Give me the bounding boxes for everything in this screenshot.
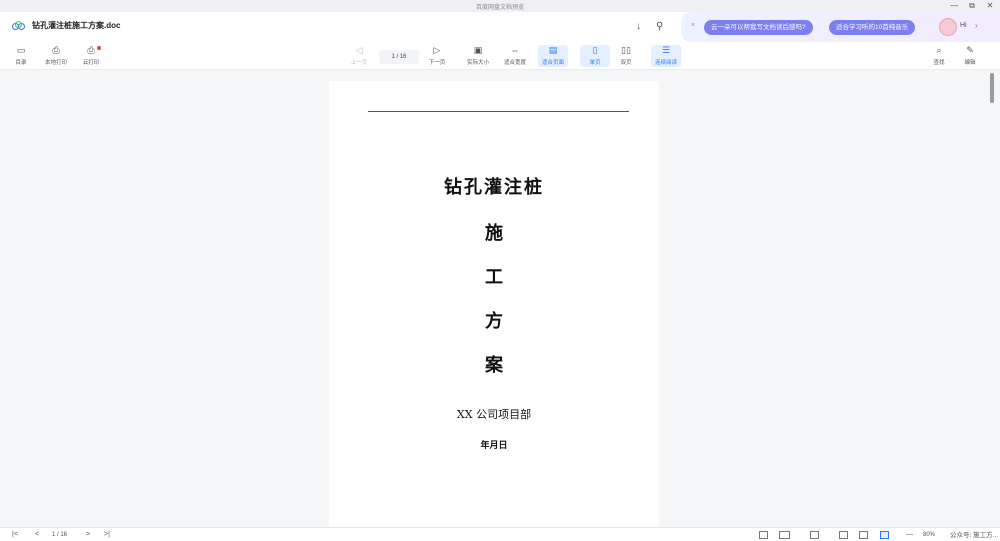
fit-width-view-icon[interactable] (859, 531, 868, 539)
zoom-out-button[interactable]: — (906, 530, 913, 540)
next-page-button[interactable]: ▷ 下一页 (422, 45, 452, 67)
doc-main-title: 钻孔灌注桩 (444, 177, 544, 198)
continuous-read-button[interactable]: ☰ 连续阅读 (651, 45, 681, 67)
toc-label: 目录 (15, 60, 27, 66)
search-button[interactable]: ⌕ 查找 (924, 45, 954, 67)
notification-dot (97, 46, 101, 50)
window-controls: — ⧉ ✕ (950, 0, 994, 12)
single-page-icon: ▯ (592, 45, 598, 55)
next-page-small-button[interactable]: > (86, 530, 90, 540)
actual-size-label: 实际大小 (466, 60, 489, 66)
fit-width-button[interactable]: ⇔ 适合宽度 (500, 45, 530, 67)
restore-button[interactable]: ⧉ (968, 0, 976, 12)
doc-title-area: 钻孔灌注桩施工方案.doc (12, 20, 120, 31)
single-page-view-icon[interactable] (759, 531, 768, 539)
local-print-label: 本地打印 (44, 60, 67, 66)
double-page-icon: ▯▯ (621, 45, 631, 55)
pencil-icon: ✎ (966, 45, 974, 55)
fit-page-button[interactable]: ▤ 适合页面 (538, 45, 568, 67)
double-page-label: 双页 (620, 60, 632, 66)
double-page-button[interactable]: ▯▯ 双页 (611, 45, 641, 67)
fit-width-label: 适合宽度 (503, 60, 526, 66)
next-page-label: 下一页 (428, 60, 446, 66)
local-print-button[interactable]: ⎙ 本地打印 (41, 45, 71, 67)
avatar (939, 18, 957, 36)
bottom-page-indicator[interactable]: 1 / 16 (52, 530, 67, 540)
doc-title-line-3: 工 (485, 267, 503, 288)
doc-title-line-2: 施 (485, 223, 503, 244)
toolbar: ▭ 目录 ⎙ 本地打印 ⎙ 云打印 ◁ 上一页 1 / 16 ▷ 下一页 ▣ 实… (0, 42, 1000, 70)
download-icon[interactable]: ↓ (636, 21, 641, 32)
prev-page-small-button[interactable]: < (35, 530, 39, 540)
cloud-print-button[interactable]: ⎙ 云打印 (76, 45, 106, 67)
window-titlebar: 百度网盘文档预览 — ⧉ ✕ (0, 0, 1000, 12)
close-icon[interactable]: × (691, 22, 695, 29)
search-icon: ⌕ (936, 45, 942, 55)
fit-page-view-icon[interactable] (880, 531, 889, 539)
toc-button[interactable]: ▭ 目录 (6, 45, 36, 67)
prev-page-button[interactable]: ◁ 上一页 (344, 45, 374, 67)
share-icon[interactable]: ⚲ (656, 21, 663, 32)
edit-button[interactable]: ✎ 编辑 (955, 45, 985, 67)
header-rule (368, 111, 629, 112)
search-label: 查找 (933, 60, 945, 66)
scrollbar-thumb[interactable] (990, 73, 994, 103)
actual-size-icon: ▣ (473, 45, 483, 55)
continuous-read-label: 连续阅读 (654, 60, 677, 66)
page-indicator[interactable]: 1 / 16 (379, 50, 419, 64)
ai-suggestion-1[interactable]: 云一朵可以帮我写文档读后感吗? (704, 20, 813, 35)
prev-page-label: 上一页 (350, 60, 368, 66)
document-page: 钻孔灌注桩 施 工 方 案 XX 公司项目部 年月日 (329, 81, 659, 531)
vertical-scrollbar[interactable] (988, 71, 1000, 527)
minimize-button[interactable]: — (950, 0, 958, 12)
printer-icon: ⎙ (52, 45, 60, 55)
double-page-view-icon[interactable] (779, 531, 790, 539)
doc-title: 钻孔灌注桩施工方案.doc (32, 21, 121, 30)
arrow-left-circle-icon: ◁ (355, 45, 363, 55)
first-page-button[interactable]: |< (12, 530, 18, 540)
edit-label: 编辑 (964, 60, 976, 66)
window-title: 百度网盘文档预览 (475, 4, 524, 11)
ai-assistant-panel: × 云一朵可以帮我写文档读后感吗? 适合学习听的10首纯音乐 Hi › (681, 12, 1000, 42)
fit-page-label: 适合页面 (541, 60, 564, 66)
doc-title-line-5: 案 (485, 355, 503, 376)
actual-size-view-icon[interactable] (839, 531, 848, 539)
doc-date: 年月日 (480, 441, 508, 451)
arrow-right-circle-icon: ▷ (433, 45, 441, 55)
cloud-print-label: 云打印 (82, 60, 100, 66)
ai-suggestion-2[interactable]: 适合学习听的10首纯音乐 (829, 20, 916, 35)
cloud-printer-icon: ⎙ (87, 45, 95, 55)
single-page-button[interactable]: ▯ 单页 (580, 45, 610, 67)
watermark-text: 公众号: 施工方... (949, 532, 998, 539)
ai-greeting: Hi (960, 22, 967, 29)
fit-page-icon: ▤ (548, 45, 558, 55)
company-name: XX 公司项目部 (456, 408, 532, 421)
single-page-label: 单页 (589, 60, 601, 66)
continuous-view-icon[interactable] (810, 531, 819, 539)
last-page-button[interactable]: >| (104, 530, 110, 540)
actual-size-button[interactable]: ▣ 实际大小 (463, 45, 493, 67)
close-window-button[interactable]: ✕ (986, 0, 994, 12)
continuous-read-icon: ☰ (661, 45, 671, 55)
baidu-netdisk-logo-icon (12, 20, 26, 31)
bottom-bar: |< < 1 / 16 > >| — 80% 公众号: 施工方... (0, 527, 1000, 541)
document-viewport[interactable]: 钻孔灌注桩 施 工 方 案 XX 公司项目部 年月日 (0, 71, 988, 531)
ai-avatar-button[interactable]: Hi › (935, 16, 978, 38)
zoom-level: 80% (923, 532, 936, 538)
fit-width-icon: ⇔ (510, 45, 520, 55)
chevron-right-icon: › (975, 21, 978, 30)
doc-title-line-4: 方 (485, 311, 503, 332)
sidebar-icon: ▭ (16, 45, 26, 55)
